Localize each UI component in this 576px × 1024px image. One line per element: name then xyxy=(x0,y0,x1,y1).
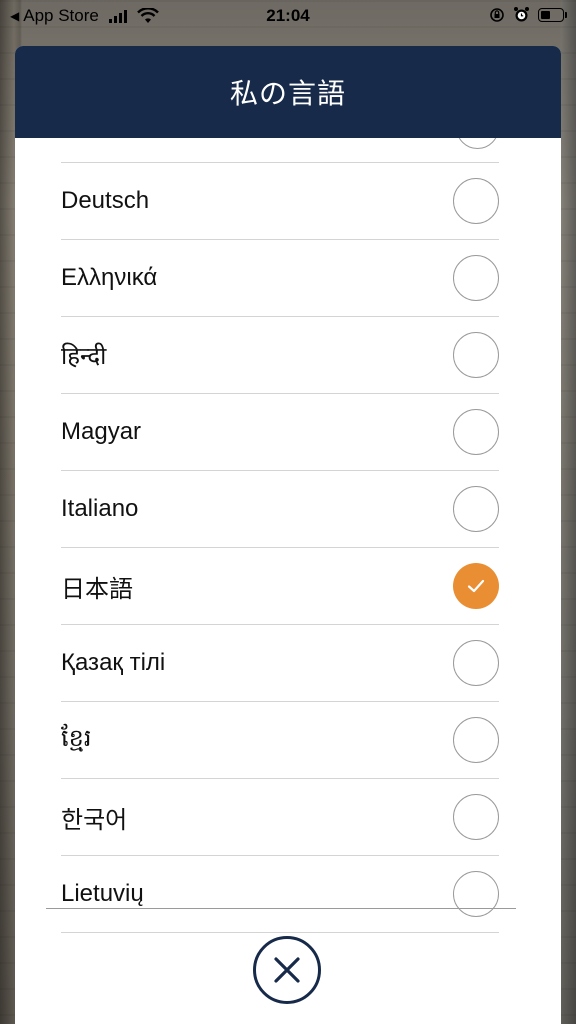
language-item-deutsch[interactable]: Deutsch xyxy=(61,163,499,240)
language-item-korean[interactable]: 한국어 xyxy=(61,779,499,856)
language-label: हिन्दी xyxy=(61,342,107,370)
language-item-greek[interactable]: Ελληνικά xyxy=(61,240,499,317)
close-button[interactable] xyxy=(253,936,321,1004)
modal-title: 私の言語 xyxy=(229,78,346,109)
radio-button[interactable] xyxy=(453,486,499,532)
language-item-japanese[interactable]: 日本語 xyxy=(61,548,499,625)
language-label: Ελληνικά xyxy=(61,264,158,291)
radio-button[interactable] xyxy=(453,178,499,224)
orientation-lock-icon xyxy=(490,7,504,22)
radio-button[interactable] xyxy=(453,871,499,917)
language-label: 日本語 xyxy=(61,575,133,603)
language-item-lithuanian[interactable]: Lietuvių xyxy=(61,856,499,933)
radio-button[interactable] xyxy=(453,640,499,686)
language-label: Italiano xyxy=(61,495,139,522)
status-bar-right xyxy=(489,6,567,23)
radio-button-partial xyxy=(456,138,499,149)
language-label: Magyar xyxy=(61,418,142,445)
language-picker-modal: 私の言語 Deutsch Ελληνικά हिन्दी Magyar Ital… xyxy=(15,46,561,1024)
language-item-kazakh[interactable]: Қазақ тілі xyxy=(61,625,499,702)
language-list[interactable]: Deutsch Ελληνικά हिन्दी Magyar Italiano … xyxy=(61,138,499,946)
language-item-italiano[interactable]: Italiano xyxy=(61,471,499,548)
radio-button[interactable] xyxy=(453,794,499,840)
radio-button-selected[interactable] xyxy=(453,563,499,609)
check-icon xyxy=(467,579,485,593)
divider xyxy=(46,908,516,909)
battery-icon xyxy=(538,7,567,22)
language-label: ខ្មែរ xyxy=(61,724,92,752)
status-bar: ◀ App Store 21:04 xyxy=(0,0,576,34)
radio-button[interactable] xyxy=(453,332,499,378)
radio-button[interactable] xyxy=(453,717,499,763)
language-item-khmer[interactable]: ខ្មែរ xyxy=(61,702,499,779)
close-icon xyxy=(274,957,300,983)
language-label: Қазақ тілі xyxy=(61,649,166,676)
language-label: 한국어 xyxy=(61,806,128,834)
language-label: Deutsch xyxy=(61,187,150,214)
radio-button[interactable] xyxy=(453,255,499,301)
alarm-icon xyxy=(514,7,529,22)
language-label: Lietuvių xyxy=(61,880,144,907)
list-item-partial xyxy=(61,138,499,163)
modal-header: 私の言語 xyxy=(15,46,561,138)
language-item-magyar[interactable]: Magyar xyxy=(61,394,499,471)
language-item-hindi[interactable]: हिन्दी xyxy=(61,317,499,394)
radio-button[interactable] xyxy=(453,409,499,455)
